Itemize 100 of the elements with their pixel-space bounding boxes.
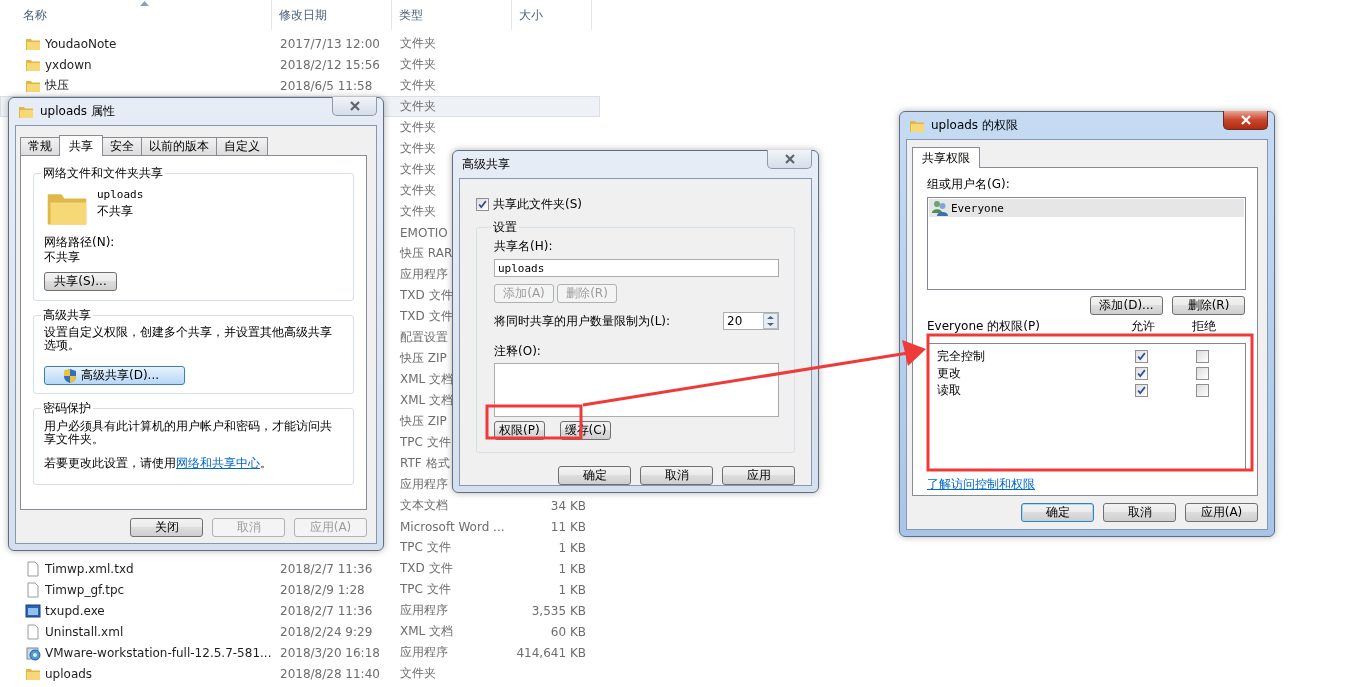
installer-icon <box>25 644 41 661</box>
users-icon <box>932 200 948 216</box>
checkbox[interactable] <box>1196 384 1209 397</box>
permission-name: 读取 <box>937 382 962 399</box>
close-button[interactable] <box>332 97 377 116</box>
folder-name: uploads <box>97 188 144 202</box>
file-size: 1 KB <box>558 561 586 576</box>
file-name: txupd.exe <box>45 603 105 618</box>
window-title: uploads 的权限 <box>931 117 1018 134</box>
spin-arrows-icon <box>763 313 778 329</box>
checkbox-label: 共享此文件夹(S) <box>493 196 582 213</box>
apply-button[interactable]: 应用(A) <box>1185 503 1258 522</box>
file-type: 文件夹 <box>400 36 436 50</box>
comment-label: 注释(O): <box>494 343 542 360</box>
tab[interactable]: 自定义 <box>216 137 268 155</box>
tab[interactable]: 安全 <box>103 137 141 155</box>
checkbox[interactable] <box>1135 350 1148 363</box>
modified-date: 2018/2/12 15:56 <box>280 57 380 72</box>
modified-date: 2018/8/28 11:40 <box>280 666 380 681</box>
checkbox[interactable] <box>1196 367 1209 380</box>
file-row[interactable]: Timwp.xml.txd 2018/2/7 11:36 TXD 文件 1 KB <box>0 558 600 579</box>
file-type: 文件夹 <box>400 78 436 92</box>
tab[interactable]: 常规 <box>20 137 59 155</box>
modified-date: 2018/6/5 11:58 <box>280 78 373 93</box>
close-icon <box>784 154 795 164</box>
add-button[interactable]: 添加(D)... <box>1090 296 1163 315</box>
group-title: 密码保护 <box>42 401 92 415</box>
file-row[interactable]: yxdown 2018/2/12 15:56 文件夹 <box>0 54 600 75</box>
permissions-label: Everyone 的权限(P) <box>927 319 1041 332</box>
file-type: 文件夹 <box>400 99 436 113</box>
user-name: Everyone <box>951 201 1004 215</box>
file-row[interactable]: YoudaoNote 2017/7/13 12:00 文件夹 <box>0 33 600 54</box>
permission-name: 完全控制 <box>937 348 986 365</box>
checkbox[interactable] <box>1135 367 1148 380</box>
remove-button[interactable]: 删除(R) <box>1172 296 1245 315</box>
file-type: 文件夹 <box>400 666 436 680</box>
user-item[interactable]: Everyone <box>929 199 1244 217</box>
file-row[interactable]: Timwp_gf.tpc 2018/2/9 1:28 TPC 文件 1 KB <box>0 579 600 600</box>
file-size: 1 KB <box>558 540 586 555</box>
users-label: 组或用户名(G): <box>927 176 1011 193</box>
file-type: 应用程序 <box>400 603 448 617</box>
description-text: 用户必须具有此计算机的用户帐户和密码，才能访问共享文件夹。 <box>44 420 333 446</box>
group-title: 网络文件和文件夹共享 <box>42 166 164 180</box>
file-icon <box>25 623 41 640</box>
close-button[interactable] <box>767 150 812 169</box>
modified-date: 2017/7/13 12:00 <box>280 36 380 51</box>
checkbox[interactable] <box>476 198 489 211</box>
ok-button[interactable]: 确定 <box>1021 503 1094 522</box>
column-header[interactable]: 修改日期 <box>272 0 392 30</box>
column-header[interactable]: 大小 <box>512 0 592 30</box>
close-dialog-button[interactable]: 关闭 <box>130 518 203 537</box>
advanced-sharing-button[interactable]: 高级共享(D)... <box>44 366 185 385</box>
file-icon <box>25 581 41 598</box>
file-type: TPC 文件 <box>400 540 451 554</box>
tab[interactable]: 共享 <box>59 135 103 156</box>
apply-button[interactable]: 应用 <box>722 466 795 485</box>
network-sharing-center-link[interactable]: 网络和共享中心 <box>176 456 260 470</box>
window-title: 高级共享 <box>462 156 510 173</box>
change-settings-hint: 若要更改此设置，请使用网络和共享中心。 <box>44 456 273 470</box>
modified-date: 2018/2/7 11:36 <box>280 603 373 618</box>
file-type: XML 文档 <box>400 624 454 638</box>
column-header[interactable]: 类型 <box>392 0 512 30</box>
file-name: uploads <box>45 666 93 681</box>
share-name-label: 共享名(H): <box>494 238 554 255</box>
file-type: 文本文档 <box>400 498 448 512</box>
file-size: 414,641 KB <box>516 645 586 660</box>
file-row[interactable]: txupd.exe 2018/2/7 11:36 应用程序 3,535 KB <box>0 600 600 621</box>
path-label: 网络路径(N): <box>44 235 116 249</box>
cancel-button[interactable]: 取消 <box>640 466 713 485</box>
file-row[interactable]: 快压 2018/6/5 11:58 文件夹 <box>0 75 600 96</box>
column-header[interactable]: 名称 <box>0 0 272 30</box>
deny-column-header: 拒绝 <box>1190 319 1217 332</box>
file-type: 文件夹 <box>400 120 436 134</box>
cancel-button[interactable]: 取消 <box>1103 503 1176 522</box>
description-text: 设置自定义权限，创建多个共享，并设置其他高级共享选项。 <box>44 326 333 352</box>
file-row[interactable]: uploads 2018/8/28 11:40 文件夹 <box>0 663 600 684</box>
tab[interactable]: 以前的版本 <box>141 137 216 155</box>
tab[interactable]: 共享权限 <box>912 147 980 168</box>
share-name-field[interactable]: uploads <box>494 259 779 277</box>
share-button[interactable]: 共享(S)... <box>44 272 117 291</box>
access-control-help-link[interactable]: 了解访问控制和权限 <box>927 477 1035 491</box>
file-type: 应用程序 <box>400 645 448 659</box>
file-name: Timwp.xml.txd <box>45 561 134 576</box>
window-title: uploads 属性 <box>40 103 115 120</box>
ok-button[interactable]: 确定 <box>558 466 631 485</box>
checkbox[interactable] <box>1135 384 1148 397</box>
file-type: Microsoft Word ... <box>400 519 505 534</box>
allow-column-header: 允许 <box>1129 319 1156 332</box>
file-row[interactable]: Uninstall.xml 2018/2/24 9:29 XML 文档 60 KB <box>0 621 600 642</box>
checkbox[interactable] <box>1196 350 1209 363</box>
file-size: 34 KB <box>550 498 586 513</box>
file-name: Timwp_gf.tpc <box>45 582 125 597</box>
close-icon <box>349 101 360 111</box>
comment-field[interactable] <box>494 363 779 417</box>
permission-name: 更改 <box>937 365 962 382</box>
close-button[interactable] <box>1223 111 1268 130</box>
file-name: YoudaoNote <box>45 36 117 51</box>
share-status: 不共享 <box>97 204 134 218</box>
user-limit-spinner[interactable]: 20 <box>723 312 779 330</box>
file-row[interactable]: VMware-workstation-full-12.5.7-581... 2018/3/20 16:18 应用程序 414,641 KB <box>0 642 600 663</box>
